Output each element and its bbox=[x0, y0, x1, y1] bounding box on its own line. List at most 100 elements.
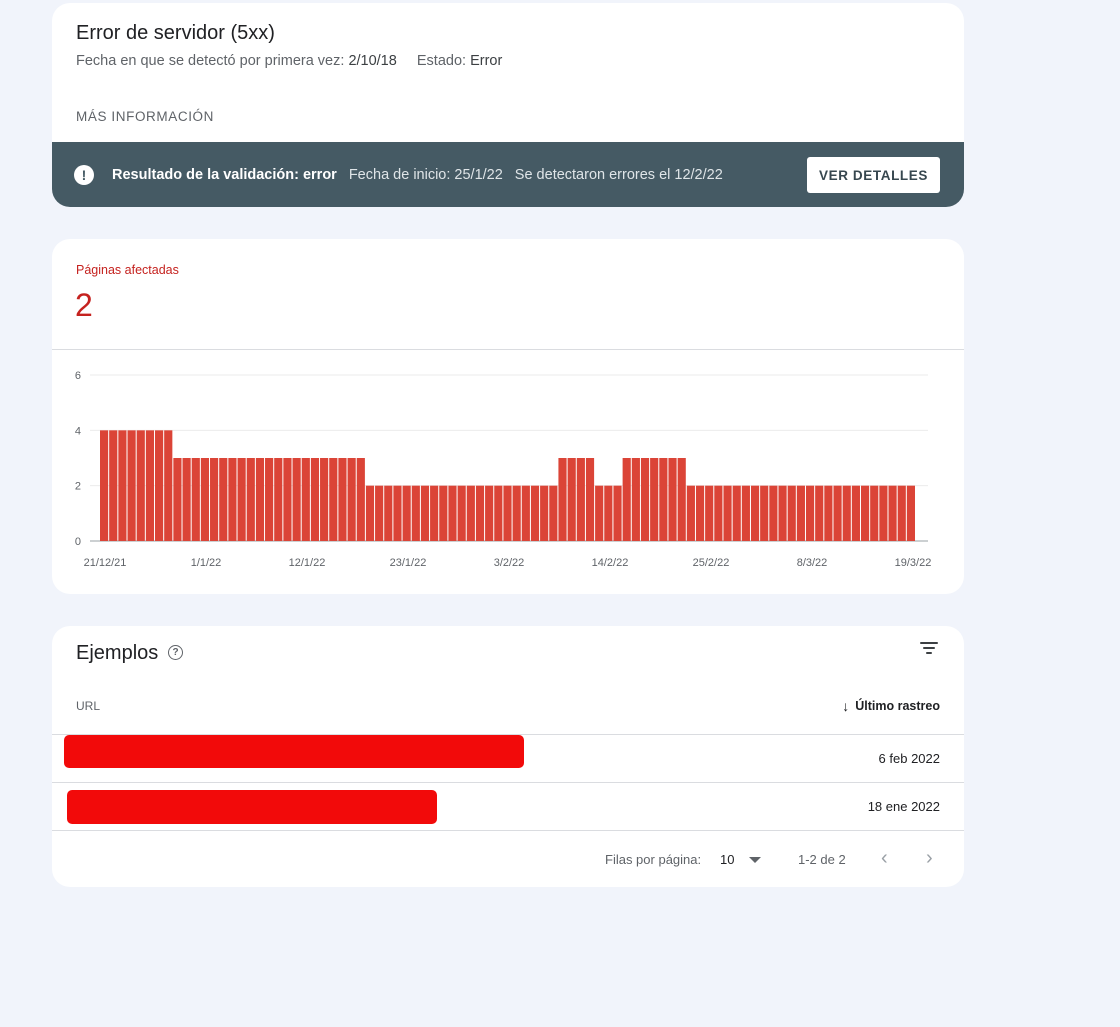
chart-bar[interactable] bbox=[329, 458, 338, 541]
chart-bar[interactable] bbox=[677, 458, 686, 541]
chart-bar[interactable] bbox=[888, 485, 897, 541]
chart-bar[interactable] bbox=[723, 485, 732, 541]
chart-bar[interactable] bbox=[842, 485, 851, 541]
chart-bar[interactable] bbox=[145, 430, 155, 541]
chart-bar[interactable] bbox=[384, 485, 393, 541]
chart-bar[interactable] bbox=[375, 485, 384, 541]
table-row[interactable]: 18 ene 2022 bbox=[52, 782, 964, 831]
chart-bar[interactable] bbox=[246, 458, 255, 541]
chart-bar[interactable] bbox=[851, 485, 860, 541]
chart-bar[interactable] bbox=[274, 458, 283, 541]
chart-bar[interactable] bbox=[365, 485, 375, 541]
chevron-down-icon[interactable] bbox=[749, 857, 761, 863]
chart-bar[interactable] bbox=[191, 458, 200, 541]
chart-bar[interactable] bbox=[796, 485, 805, 541]
chart-bar[interactable] bbox=[622, 458, 631, 541]
chart-bar[interactable] bbox=[301, 458, 310, 541]
chart-bar[interactable] bbox=[906, 485, 915, 541]
chart-bar[interactable] bbox=[659, 458, 668, 541]
chart-bar[interactable] bbox=[769, 485, 778, 541]
chart-bar[interactable] bbox=[540, 485, 549, 541]
chart-bar[interactable] bbox=[164, 430, 173, 541]
next-page-icon[interactable]: › bbox=[926, 847, 933, 870]
chart-bar[interactable] bbox=[530, 485, 540, 541]
chart-bar[interactable] bbox=[338, 458, 347, 541]
chart-bar[interactable] bbox=[109, 430, 118, 541]
chart-bar[interactable] bbox=[668, 458, 677, 541]
chart-bar[interactable] bbox=[255, 458, 265, 541]
chart-bar[interactable] bbox=[815, 485, 824, 541]
chart-bar[interactable] bbox=[356, 458, 365, 541]
chart-bar[interactable] bbox=[219, 458, 228, 541]
chart-bar[interactable] bbox=[824, 485, 833, 541]
previous-page-icon[interactable]: ‹ bbox=[881, 847, 888, 870]
table-row[interactable]: 6 feb 2022 bbox=[52, 734, 964, 783]
chart-bar[interactable] bbox=[760, 485, 769, 541]
chart-bar[interactable] bbox=[695, 485, 705, 541]
chart-bar[interactable] bbox=[228, 458, 237, 541]
chart-bar[interactable] bbox=[576, 458, 585, 541]
chart-bar[interactable] bbox=[631, 458, 640, 541]
chart-bar[interactable] bbox=[750, 485, 760, 541]
chart-bar[interactable] bbox=[292, 458, 301, 541]
chart-bar[interactable] bbox=[347, 458, 356, 541]
chart-bar[interactable] bbox=[494, 485, 503, 541]
chart-bar[interactable] bbox=[521, 485, 530, 541]
chart-bar[interactable] bbox=[503, 485, 512, 541]
help-circle-icon[interactable]: ? bbox=[168, 645, 183, 660]
chart-bar[interactable] bbox=[585, 458, 595, 541]
chart-bar[interactable] bbox=[714, 485, 723, 541]
chart-bar[interactable] bbox=[448, 485, 457, 541]
chart-bar[interactable] bbox=[558, 458, 567, 541]
chart-bar[interactable] bbox=[870, 485, 879, 541]
more-info-link[interactable]: MÁS INFORMACIÓN bbox=[76, 109, 214, 124]
chart-bar[interactable] bbox=[686, 485, 695, 541]
chart-bar[interactable] bbox=[475, 485, 485, 541]
chart-bar[interactable] bbox=[787, 485, 796, 541]
chart-bar[interactable] bbox=[705, 485, 714, 541]
chart-bar[interactable] bbox=[805, 485, 815, 541]
chart-bar[interactable] bbox=[466, 485, 475, 541]
chart-bar[interactable] bbox=[320, 458, 329, 541]
chart-bar[interactable] bbox=[127, 430, 136, 541]
chart-bar[interactable] bbox=[310, 458, 320, 541]
chart-bar[interactable] bbox=[640, 458, 650, 541]
chart-bar[interactable] bbox=[879, 485, 888, 541]
chart-bar[interactable] bbox=[136, 430, 145, 541]
column-header-last-crawl[interactable]: ↓ Último rastreo bbox=[842, 698, 940, 714]
column-header-url[interactable]: URL bbox=[76, 699, 100, 713]
chart-bar[interactable] bbox=[778, 485, 787, 541]
chart-bar[interactable] bbox=[210, 458, 219, 541]
chart-bar[interactable] bbox=[237, 458, 246, 541]
chart-bar[interactable] bbox=[650, 458, 659, 541]
chart-bar[interactable] bbox=[430, 485, 439, 541]
chart-bar[interactable] bbox=[732, 485, 741, 541]
chart-bar[interactable] bbox=[549, 485, 558, 541]
chart-bar[interactable] bbox=[283, 458, 292, 541]
chart-bar[interactable] bbox=[604, 485, 613, 541]
chart-bar[interactable] bbox=[567, 458, 576, 541]
chart-bar[interactable] bbox=[897, 485, 906, 541]
chart-bar[interactable] bbox=[393, 485, 402, 541]
rows-per-page-select[interactable]: 10 bbox=[720, 852, 734, 867]
chart-bar[interactable] bbox=[182, 458, 191, 541]
chart-bar[interactable] bbox=[457, 485, 466, 541]
chart-bar[interactable] bbox=[741, 485, 750, 541]
chart-bar[interactable] bbox=[439, 485, 448, 541]
chart-bar[interactable] bbox=[485, 485, 494, 541]
chart-bar[interactable] bbox=[402, 485, 411, 541]
chart-bar[interactable] bbox=[860, 485, 870, 541]
chart-bar[interactable] bbox=[118, 430, 127, 541]
chart-bar[interactable] bbox=[595, 485, 604, 541]
chart-bar[interactable] bbox=[512, 485, 521, 541]
chart-bar[interactable] bbox=[155, 430, 164, 541]
chart-bar[interactable] bbox=[200, 458, 210, 541]
chart-bar[interactable] bbox=[613, 485, 622, 541]
view-details-button[interactable]: VER DETALLES bbox=[807, 157, 940, 193]
filter-icon[interactable] bbox=[920, 640, 940, 656]
chart-bar[interactable] bbox=[100, 430, 109, 541]
chart-bar[interactable] bbox=[173, 458, 182, 541]
chart-bar[interactable] bbox=[833, 485, 842, 541]
chart-bar[interactable] bbox=[265, 458, 274, 541]
chart-bar[interactable] bbox=[420, 485, 430, 541]
